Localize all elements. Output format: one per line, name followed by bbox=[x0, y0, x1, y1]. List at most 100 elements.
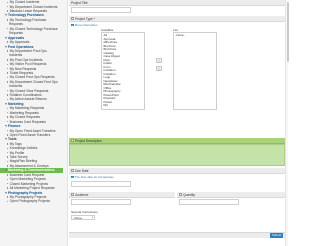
expand-arrow-icon bbox=[5, 125, 7, 128]
sidebar-item-label: My Profile bbox=[9, 150, 25, 155]
sidebar-item-label: Ticket Requests bbox=[9, 71, 34, 76]
sidebar-item-label: Tools bbox=[8, 137, 17, 142]
quantity-checkbox[interactable] bbox=[179, 193, 182, 196]
sidebar-nav: My Closed Incidents My Department Closed … bbox=[0, 0, 68, 246]
bullet-icon bbox=[7, 143, 9, 145]
sidebar-item-label: My Closed Visor Requests bbox=[9, 88, 49, 93]
sidebar-item-label: Finance bbox=[8, 124, 21, 129]
sidebar-item-label: My Closed Incidents bbox=[9, 0, 40, 5]
project-title-label: Project Title bbox=[71, 0, 88, 5]
sidebar-item-label: Open Photography Projects bbox=[9, 199, 51, 204]
sidebar-item-label: Open Marketing Projects bbox=[9, 177, 46, 182]
sidebar-item-label: My Tags bbox=[9, 141, 22, 146]
sidebar-item-label: All Marketing Project Requests bbox=[9, 186, 55, 191]
project-description-textarea[interactable] bbox=[69, 144, 285, 166]
chevron-down-icon: ▾ bbox=[91, 216, 93, 219]
available-listbox[interactable]: Ad Approval eBrochure Brochure BroChure Catal… bbox=[101, 32, 145, 110]
sidebar-item-label: Approvals bbox=[8, 35, 25, 40]
bullet-icon bbox=[7, 10, 9, 12]
more-info-label: More Information bbox=[74, 23, 98, 27]
submit-button[interactable]: Submit bbox=[270, 232, 283, 238]
bullet-icon bbox=[7, 89, 9, 92]
bullet-icon bbox=[7, 76, 9, 79]
sidebar-item-label: Closed Marketing Projects bbox=[9, 181, 49, 186]
due-date-info-link[interactable]: + The Due date for Ad samples bbox=[71, 175, 114, 179]
bullet-icon bbox=[7, 5, 9, 8]
special-instructions-select[interactable]: -None- ▾ bbox=[71, 215, 95, 220]
project-description-label: Project Description bbox=[75, 138, 102, 143]
bullet-icon bbox=[7, 63, 9, 65]
due-date-field-bar: Due Date bbox=[69, 168, 285, 174]
bullet-icon bbox=[7, 129, 9, 132]
form-footer-bar bbox=[69, 232, 285, 238]
sidebar-item-label: My Marketing Requests bbox=[9, 106, 45, 111]
audience-input[interactable] bbox=[71, 199, 131, 205]
bullet-icon bbox=[7, 120, 9, 123]
project-title-field-bar: Project Title bbox=[69, 0, 285, 6]
sidebar-item-label: Blackout Leave Requests bbox=[9, 8, 47, 13]
expand-arrow-icon bbox=[5, 102, 7, 105]
bullet-icon bbox=[7, 196, 9, 198]
sidebar-item-label: My Photography Projects bbox=[9, 195, 47, 199]
due-date-label: Due Date bbox=[75, 168, 89, 173]
plus-icon: + bbox=[71, 23, 74, 27]
required-marker: * bbox=[93, 16, 96, 21]
bullet-icon bbox=[7, 19, 9, 21]
sidebar-item-label: Photography Projects bbox=[8, 190, 43, 195]
selected-listbox[interactable]: -None- bbox=[173, 32, 217, 110]
audience-field-bar: Audience bbox=[69, 192, 175, 198]
bullet-icon bbox=[7, 187, 9, 189]
quantity-input[interactable] bbox=[179, 199, 239, 205]
more-info-link[interactable]: + More Information bbox=[71, 23, 97, 27]
bullet-icon bbox=[7, 50, 9, 52]
list-option[interactable]: -None- bbox=[176, 33, 215, 38]
sidebar-item-label: My Department Closed Post Ops bbox=[9, 79, 58, 84]
bullet-icon bbox=[7, 72, 9, 74]
sidebar-item-label: Business Card Requests bbox=[9, 119, 46, 124]
due-date-input[interactable] bbox=[71, 181, 131, 187]
bullet-icon bbox=[7, 112, 9, 114]
add-item-button[interactable]: › bbox=[156, 58, 162, 63]
bullet-icon bbox=[7, 67, 9, 70]
project-type-checkbox[interactable] bbox=[71, 17, 74, 20]
sidebar-item-label: Business Card Request bbox=[9, 172, 45, 177]
audience-label: Audience bbox=[75, 192, 89, 197]
sidebar-item-label: Incidents bbox=[9, 84, 23, 89]
request-form: Project Title Project Type * + More Info… bbox=[69, 0, 285, 246]
bullet-icon bbox=[7, 1, 9, 3]
bullet-icon bbox=[7, 116, 9, 118]
sidebar-item-label: Marketing bbox=[8, 101, 24, 106]
sidebar-item-label: Requests bbox=[9, 31, 23, 36]
bullet-icon bbox=[7, 160, 9, 163]
expand-arrow-icon bbox=[5, 138, 7, 141]
sidebar-item-label: Take Survey bbox=[9, 155, 28, 160]
sidebar-item-label: My Closed Post Ops Requests bbox=[9, 75, 55, 80]
sidebar-item[interactable]: Open Photography Projects bbox=[0, 199, 67, 203]
sidebar-item-label: Incidents bbox=[9, 53, 23, 58]
sidebar-item-label: Marketing & Communications bbox=[8, 168, 55, 173]
bullet-icon bbox=[7, 134, 9, 136]
due-date-checkbox[interactable] bbox=[71, 169, 74, 172]
project-title-input[interactable] bbox=[71, 7, 131, 13]
project-description-checkbox[interactable] bbox=[71, 139, 74, 142]
bullet-icon bbox=[7, 41, 9, 43]
sidebar-item-label: My Department Closed Incidents bbox=[9, 4, 58, 9]
bullet-icon bbox=[7, 178, 9, 180]
scrollbar-thumb[interactable] bbox=[286, 2, 289, 62]
sidebar-item-label: My Open Fixed Asset Transfers bbox=[9, 128, 56, 133]
project-type-label: Project Type bbox=[75, 16, 93, 21]
audience-checkbox[interactable] bbox=[71, 193, 74, 196]
bullet-icon bbox=[7, 182, 9, 185]
sidebar-item-label: Rotation Coordinators bbox=[9, 93, 42, 97]
quantity-field-bar: Quantity bbox=[177, 192, 285, 198]
sidebar-item-label: My Approvals bbox=[9, 40, 30, 45]
sidebar-item-label: Requests bbox=[9, 22, 23, 27]
bullet-icon bbox=[7, 59, 9, 61]
page-scrollbar[interactable] bbox=[285, 0, 289, 246]
sidebar-item-label: My Active Assest Returns bbox=[9, 97, 47, 102]
sidebar-item-label: Marketing Requests bbox=[9, 110, 39, 115]
sidebar-item-label: My New Requests bbox=[9, 66, 37, 71]
list-option[interactable]: Ppt bbox=[104, 103, 143, 108]
remove-item-button[interactable]: ‹ bbox=[156, 66, 162, 71]
bullet-icon bbox=[7, 174, 9, 176]
